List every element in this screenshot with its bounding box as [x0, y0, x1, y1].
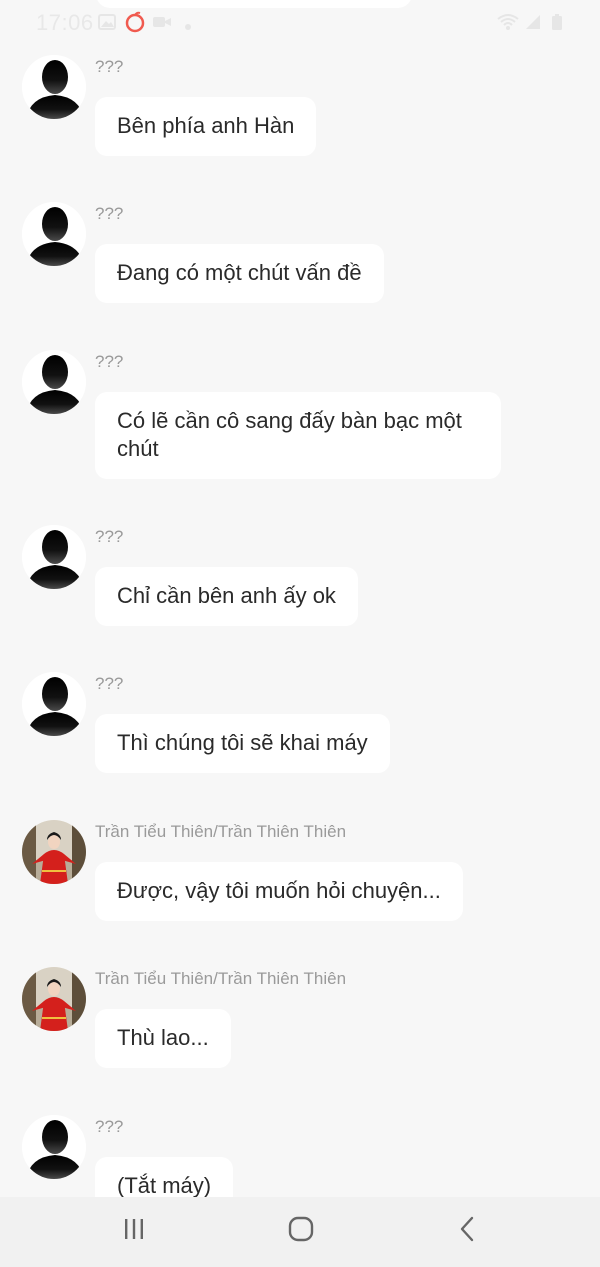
- silhouette-avatar[interactable]: [22, 1115, 86, 1179]
- message-bubble[interactable]: Chỉ cần bên anh ấy ok: [95, 567, 358, 626]
- sender-name: ???: [95, 527, 124, 546]
- photo-avatar[interactable]: [22, 820, 86, 884]
- recent-apps-icon: [122, 1217, 146, 1246]
- status-bar: 17:06: [0, 0, 600, 46]
- chat-screen: 17:06 ??? Bên phía anh Hàn ??? Đang có m…: [0, 0, 600, 1267]
- message-bubble[interactable]: Có lẽ cần cô sang đấy bàn bạc một chút: [95, 392, 501, 479]
- message-bubble[interactable]: Thù lao...: [95, 1009, 231, 1068]
- battery-icon: [550, 13, 564, 31]
- notification-app-icon: [124, 11, 146, 33]
- sender-name: ???: [95, 204, 124, 223]
- message-bubble[interactable]: Được, vậy tôi muốn hỏi chuyện...: [95, 862, 463, 921]
- sender-name: Trần Tiểu Thiên/Trần Thiên Thiên: [95, 969, 347, 988]
- sender-name: ???: [95, 57, 124, 76]
- photo-avatar[interactable]: [22, 967, 86, 1031]
- status-time: 17:06: [36, 10, 94, 35]
- home-icon: [288, 1216, 314, 1247]
- silhouette-avatar[interactable]: [22, 55, 86, 119]
- silhouette-avatar[interactable]: [22, 350, 86, 414]
- signal-icon: [524, 13, 542, 31]
- back-icon: [458, 1216, 478, 1247]
- dot-icon: [184, 18, 192, 30]
- silhouette-avatar[interactable]: [22, 672, 86, 736]
- sender-name: ???: [95, 352, 124, 371]
- sender-name: ???: [95, 1117, 124, 1136]
- sender-name: Trần Tiểu Thiên/Trần Thiên Thiên: [95, 822, 347, 841]
- silhouette-avatar[interactable]: [22, 202, 86, 266]
- video-icon: [152, 13, 171, 31]
- message-bubble[interactable]: Bên phía anh Hàn: [95, 97, 317, 156]
- recent-apps-button[interactable]: [104, 1211, 164, 1251]
- message-bubble[interactable]: Đang có một chút vấn đề: [95, 244, 384, 303]
- wifi-icon: [496, 13, 520, 31]
- navigation-bar: [0, 1197, 600, 1267]
- sender-name: ???: [95, 674, 124, 693]
- message-bubble[interactable]: Thì chúng tôi sẽ khai máy: [95, 714, 390, 773]
- back-button[interactable]: [438, 1211, 498, 1251]
- home-button[interactable]: [271, 1211, 331, 1251]
- silhouette-avatar[interactable]: [22, 525, 86, 589]
- image-icon: [98, 13, 116, 31]
